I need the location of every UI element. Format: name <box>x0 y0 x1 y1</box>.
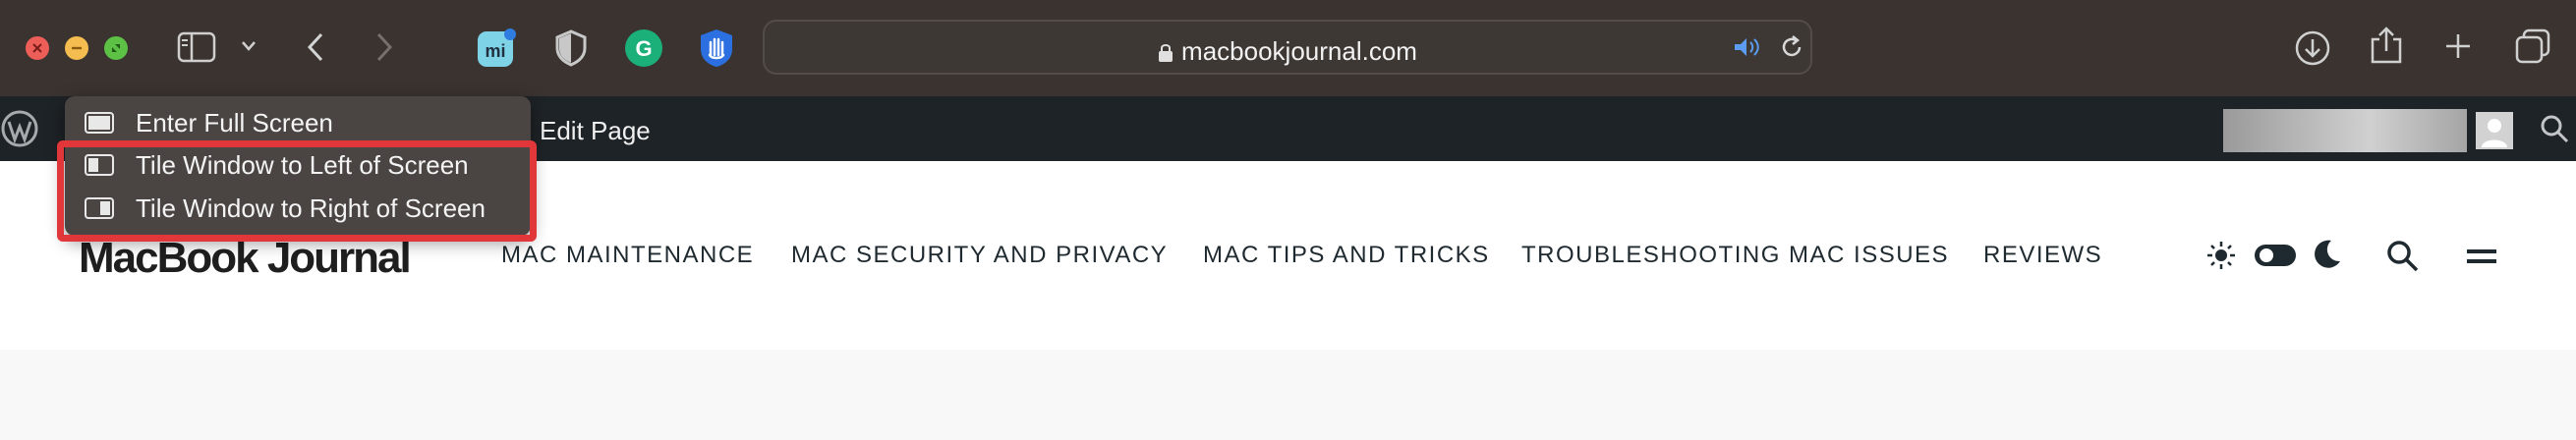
moon-icon <box>2310 238 2343 271</box>
hand-blocker-icon[interactable] <box>696 28 737 69</box>
back-icon[interactable] <box>305 31 326 63</box>
chevron-down-icon[interactable] <box>240 39 258 53</box>
svg-text:G: G <box>635 36 652 61</box>
nav-mac-tips[interactable]: MAC TIPS AND TRICKS <box>1203 242 1490 269</box>
hamburger-menu-icon[interactable] <box>2465 248 2498 265</box>
admin-search-icon[interactable] <box>2540 114 2569 143</box>
privacy-shield-icon[interactable] <box>554 29 588 67</box>
wordpress-logo-icon[interactable] <box>0 109 39 148</box>
menu-item-full-screen[interactable]: Enter Full Screen <box>85 103 333 142</box>
svg-text:mi: mi <box>485 41 505 61</box>
nav-mac-maintenance[interactable]: MAC MAINTENANCE <box>501 242 754 269</box>
sidebar-icon[interactable] <box>177 31 216 63</box>
audio-playing-icon[interactable] <box>1732 35 1763 59</box>
nav-reviews[interactable]: REVIEWS <box>1983 242 2102 269</box>
tab-overview-icon[interactable] <box>2514 28 2551 65</box>
close-button[interactable] <box>26 36 49 60</box>
share-icon[interactable] <box>2369 26 2404 65</box>
nav-mac-security[interactable]: MAC SECURITY AND PRIVACY <box>791 242 1168 269</box>
sun-icon <box>2205 240 2237 271</box>
theme-toggle[interactable] <box>2255 245 2296 266</box>
full-screen-icon <box>85 112 114 134</box>
zoom-button[interactable] <box>104 36 128 60</box>
site-search-icon[interactable] <box>2386 240 2420 273</box>
annotation-highlight-box <box>57 140 537 242</box>
new-tab-icon[interactable] <box>2443 31 2473 61</box>
menu-item-label: Enter Full Screen <box>136 107 333 138</box>
url-display: macbookjournal.com <box>765 36 1810 67</box>
edit-page-link[interactable]: Edit Page <box>540 116 651 146</box>
forward-icon[interactable] <box>373 31 395 63</box>
reload-icon[interactable] <box>1779 34 1804 60</box>
moodle-extension-icon[interactable]: mi <box>476 28 517 69</box>
avatar[interactable] <box>2476 112 2513 149</box>
user-name-blurred[interactable] <box>2223 109 2467 152</box>
address-bar[interactable]: macbookjournal.com <box>763 20 1812 75</box>
minimize-button[interactable] <box>65 36 88 60</box>
grammarly-icon[interactable]: G <box>623 28 664 69</box>
lock-icon <box>1158 43 1174 63</box>
downloads-icon[interactable] <box>2294 29 2331 67</box>
nav-troubleshooting[interactable]: TROUBLESHOOTING MAC ISSUES <box>1521 242 1949 269</box>
browser-toolbar: mi G macbookjournal.com <box>0 0 2576 96</box>
url-text: macbookjournal.com <box>1181 36 1417 66</box>
